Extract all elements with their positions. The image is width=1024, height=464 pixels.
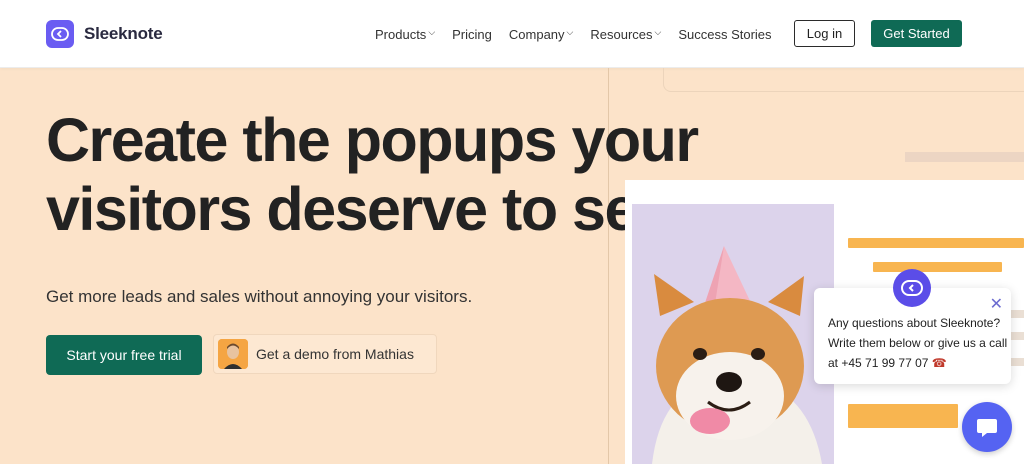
decorative-bar: [1010, 332, 1024, 340]
logo[interactable]: Sleeknote: [46, 20, 163, 48]
sleeknote-logo-icon: [46, 20, 74, 48]
dog-image: [632, 204, 834, 464]
site-header: Sleeknote Products ⌵ Pricing Company ⌵ Res…: [0, 0, 1024, 68]
decorative-bar: [1010, 358, 1024, 366]
chevron-down-icon: ⌵: [654, 27, 662, 37]
nav-item-label: Success Stories: [678, 26, 772, 42]
nav-item-label: Company: [508, 26, 565, 42]
nav-item-products[interactable]: Products ⌵: [375, 27, 435, 42]
login-button[interactable]: Log in: [794, 20, 855, 47]
nav-item-resources[interactable]: Resources ⌵: [590, 27, 661, 42]
hero-headline-line-2: visitors deserve to see: [46, 175, 671, 243]
avatar: [218, 339, 248, 369]
demo-label: Get a demo from Mathias: [256, 346, 414, 362]
decorative-stripe: [905, 152, 1024, 162]
logo-text: Sleeknote: [84, 24, 163, 43]
nav-item-pricing[interactable]: Pricing: [452, 27, 492, 42]
nav-item-label: Products: [375, 26, 427, 42]
chevron-down-icon: ⌵: [428, 27, 436, 37]
chevron-down-icon: ⌵: [566, 27, 574, 37]
nav-item-label: Pricing: [452, 26, 492, 42]
decorative-bar: [848, 404, 958, 428]
get-started-button[interactable]: Get Started: [871, 20, 962, 47]
nav-item-company[interactable]: Company ⌵: [509, 27, 573, 42]
chat-bubble-icon: [977, 419, 997, 437]
nav-item-success-stories[interactable]: Success Stories: [678, 27, 771, 42]
decorative-bar: [848, 238, 1024, 248]
decorative-card: [663, 68, 1024, 92]
main-nav: Products ⌵ Pricing Company ⌵ Resources ⌵ Su…: [375, 0, 789, 68]
get-demo-button[interactable]: Get a demo from Mathias: [213, 334, 437, 374]
nav-item-label: Resources: [590, 26, 653, 42]
decorative-bar: [873, 262, 1002, 272]
sleeknote-chat-icon: [893, 269, 931, 307]
start-free-trial-button[interactable]: Start your free trial: [46, 335, 202, 375]
phone-icon: ☎: [931, 356, 947, 370]
close-icon[interactable]: ✕: [990, 294, 1003, 314]
hero-subheadline: Get more leads and sales without annoyin…: [46, 287, 473, 306]
hero-headline-line-1: Create the popups your: [46, 106, 699, 174]
decorative-bar: [1010, 310, 1024, 318]
chat-message-text: Any questions about Sleeknote? Write the…: [828, 316, 1008, 370]
chat-launcher-button[interactable]: [962, 402, 1012, 452]
chat-message: Any questions about Sleeknote? Write the…: [828, 313, 1008, 373]
